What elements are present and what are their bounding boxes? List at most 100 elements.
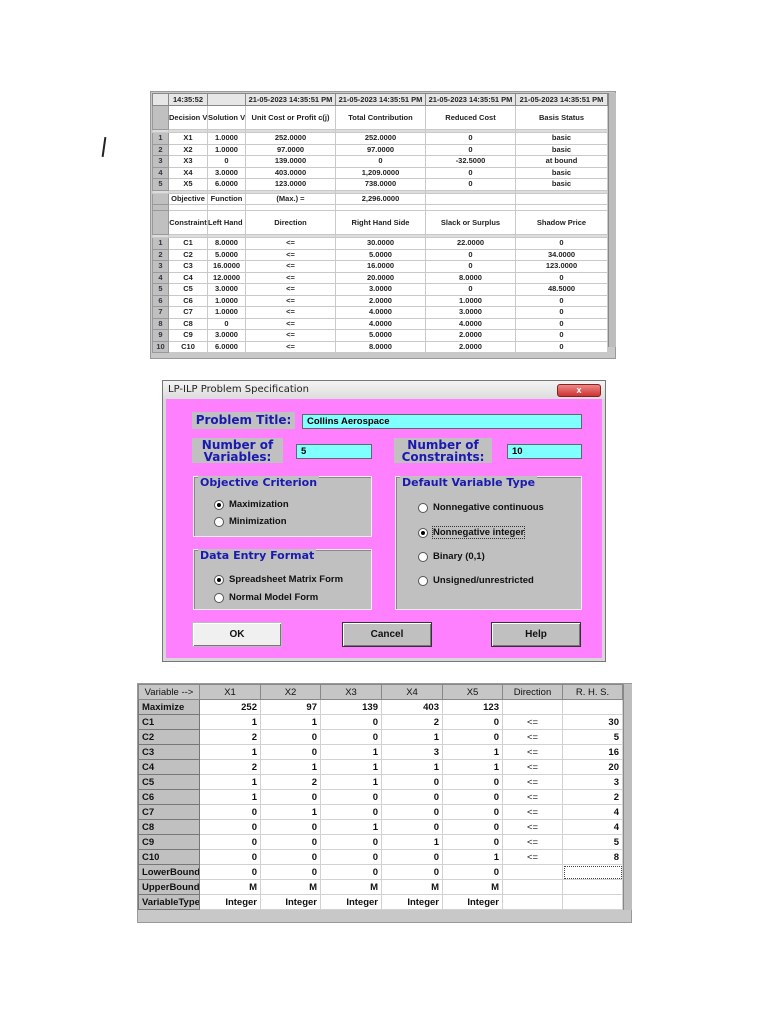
grid-cell[interactable]: 0 [199,864,261,880]
grid-cell[interactable]: 0 [320,849,382,865]
grid-cell[interactable]: 1 [199,774,261,790]
radio-maximization[interactable]: Maximization [214,499,289,510]
grid-cell[interactable]: 0 [320,864,382,880]
grid-cell[interactable]: <= [502,804,563,820]
grid-cell[interactable]: 1 [260,759,321,775]
grid-cell[interactable]: 5 [562,729,623,745]
grid-cell[interactable]: 5 [562,834,623,850]
grid-cell[interactable]: 0 [199,819,261,835]
grid-cell[interactable]: 1 [442,744,503,760]
radio-spreadsheet-matrix-form[interactable]: Spreadsheet Matrix Form [214,574,343,585]
grid-cell[interactable]: 1 [260,714,321,730]
grid-cell[interactable]: 3 [562,774,623,790]
grid-cell[interactable]: 0 [199,834,261,850]
grid-cell[interactable]: 1 [199,744,261,760]
grid-cell[interactable]: <= [502,729,563,745]
grid-cell[interactable]: M [260,879,321,895]
grid-cell[interactable]: 1 [381,729,443,745]
grid-cell[interactable]: 252 [199,699,261,715]
grid-cell[interactable] [562,894,623,910]
grid-cell[interactable]: 0 [320,729,382,745]
grid-cell[interactable]: 0 [260,864,321,880]
grid-cell[interactable]: 0 [199,849,261,865]
grid-cell[interactable]: Integer [442,894,503,910]
grid-cell[interactable]: 0 [381,819,443,835]
grid-cell[interactable]: 1 [199,789,261,805]
grid-cell[interactable]: 1 [320,774,382,790]
column-header[interactable]: X5 [442,684,503,700]
grid-cell[interactable]: 2 [562,789,623,805]
grid-cell[interactable] [502,894,563,910]
grid-cell[interactable]: 0 [381,849,443,865]
radio-binary[interactable]: Binary (0,1) [418,551,485,562]
grid-cell[interactable]: <= [502,849,563,865]
grid-cell[interactable]: 0 [442,714,503,730]
grid-cell[interactable]: 0 [442,804,503,820]
num-variables-input[interactable]: 5 [296,444,372,459]
grid-cell[interactable]: 0 [260,819,321,835]
grid-cell[interactable]: 2 [260,774,321,790]
grid-cell[interactable]: 0 [260,789,321,805]
ok-button[interactable]: OK [192,622,282,647]
grid-cell[interactable]: 0 [260,834,321,850]
grid-cell[interactable]: 0 [320,789,382,805]
grid-cell[interactable]: 1 [260,804,321,820]
grid-cell[interactable]: 139 [320,699,382,715]
grid-cell[interactable]: 0 [320,804,382,820]
grid-cell[interactable]: Integer [381,894,443,910]
grid-cell[interactable]: 0 [442,864,503,880]
grid-cell[interactable]: 0 [199,804,261,820]
cancel-button[interactable]: Cancel [342,622,432,647]
grid-cell[interactable]: 0 [381,864,443,880]
grid-cell[interactable]: 0 [381,804,443,820]
grid-cell[interactable] [502,879,563,895]
grid-cell[interactable]: 0 [260,729,321,745]
grid-cell[interactable] [562,864,623,880]
column-header[interactable]: R. H. S. [562,684,623,700]
grid-cell[interactable]: 30 [562,714,623,730]
grid-cell[interactable]: 0 [442,789,503,805]
column-header[interactable]: Variable --> [138,684,200,700]
num-constraints-input[interactable]: 10 [507,444,582,459]
grid-cell[interactable]: 1 [442,849,503,865]
grid-cell[interactable]: M [381,879,443,895]
grid-cell[interactable]: Integer [320,894,382,910]
grid-cell[interactable]: 1 [320,744,382,760]
grid-cell[interactable]: 1 [381,759,443,775]
grid-cell[interactable]: 1 [320,819,382,835]
grid-cell[interactable] [562,879,623,895]
grid-cell[interactable]: Integer [199,894,261,910]
grid-cell[interactable]: 2 [381,714,443,730]
vertical-scrollbar[interactable] [608,93,616,347]
radio-normal-model-form[interactable]: Normal Model Form [214,592,318,603]
grid-cell[interactable]: <= [502,744,563,760]
grid-cell[interactable]: 0 [320,834,382,850]
grid-cell[interactable]: 1 [442,759,503,775]
column-header[interactable]: X2 [260,684,321,700]
grid-cell[interactable]: 0 [320,714,382,730]
grid-cell[interactable]: 0 [381,774,443,790]
grid-cell[interactable]: <= [502,774,563,790]
grid-cell[interactable]: 403 [381,699,443,715]
grid-cell[interactable]: 8 [562,849,623,865]
grid-cell[interactable]: 123 [442,699,503,715]
grid-cell[interactable]: M [320,879,382,895]
grid-cell[interactable]: Integer [260,894,321,910]
grid-cell[interactable]: 0 [260,849,321,865]
grid-cell[interactable]: 0 [442,774,503,790]
grid-cell[interactable]: 3 [381,744,443,760]
column-header[interactable]: Direction [502,684,563,700]
grid-cell[interactable]: <= [502,714,563,730]
radio-nonnegative-continuous[interactable]: Nonnegative continuous [418,502,544,513]
grid-cell[interactable]: <= [502,834,563,850]
grid-cell[interactable]: 4 [562,819,623,835]
help-button[interactable]: Help [491,622,581,647]
column-header[interactable]: X4 [381,684,443,700]
grid-cell[interactable]: 97 [260,699,321,715]
grid-cell[interactable]: <= [502,819,563,835]
grid-cell[interactable]: 2 [199,729,261,745]
grid-cell[interactable]: 4 [562,804,623,820]
column-header[interactable]: X3 [320,684,382,700]
grid-cell[interactable]: 16 [562,744,623,760]
grid-cell[interactable]: 20 [562,759,623,775]
